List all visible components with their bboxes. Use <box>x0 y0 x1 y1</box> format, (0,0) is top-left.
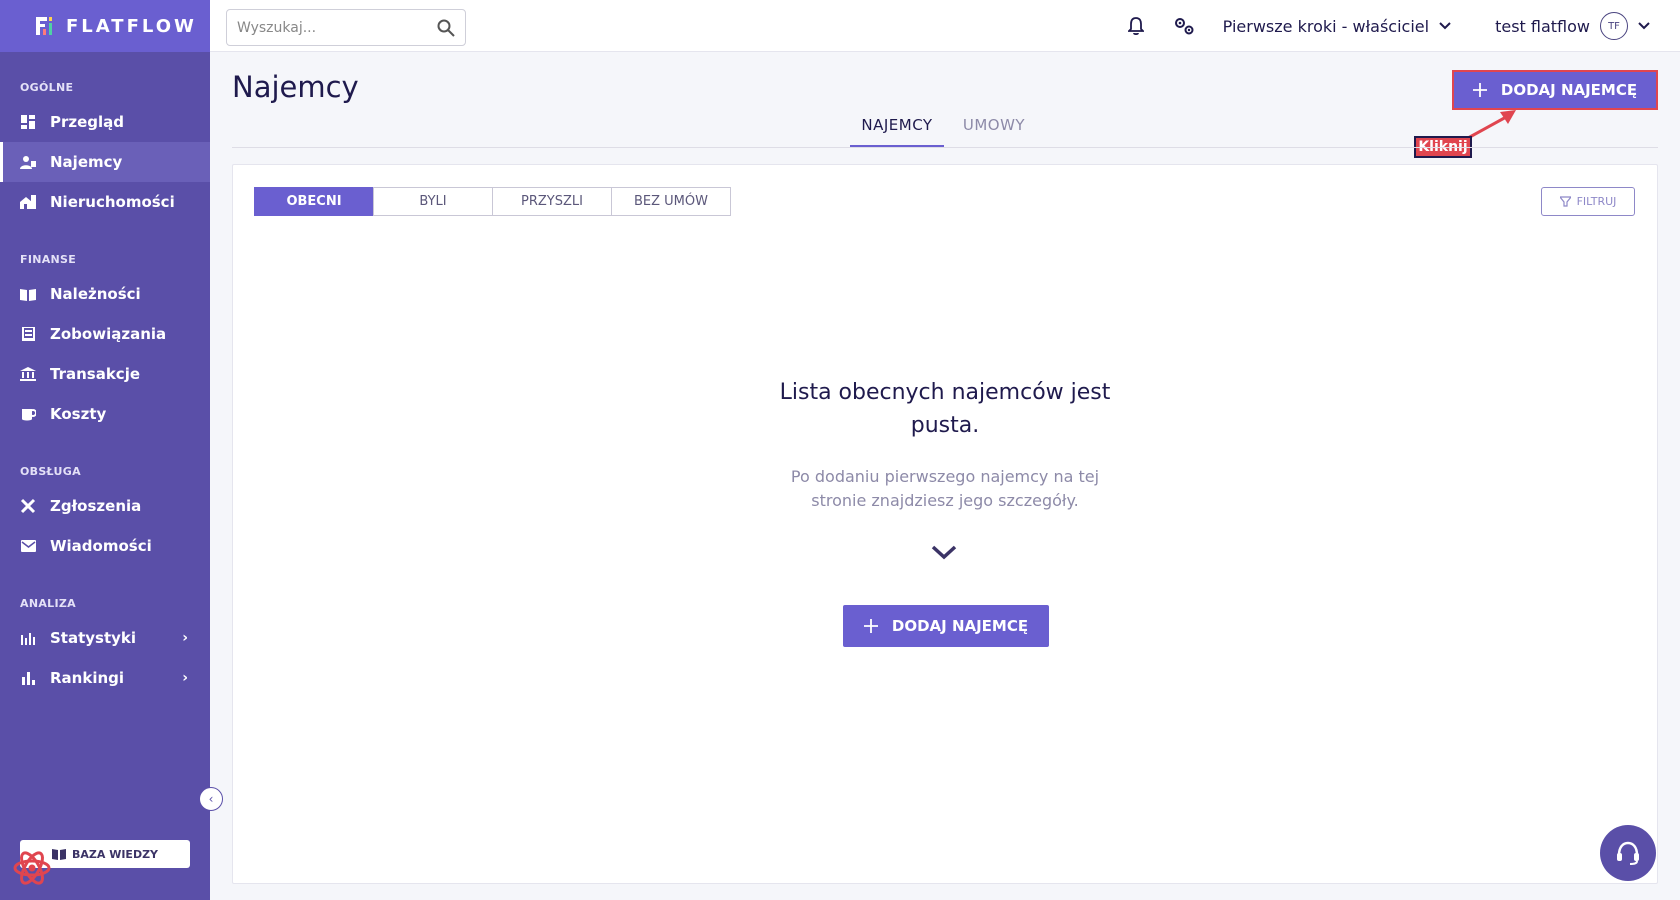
chevron-down-icon <box>1638 22 1650 30</box>
search-input[interactable] <box>237 19 437 36</box>
add-tenant-empty-button[interactable]: DODAJ NAJEMCĘ <box>843 605 1049 647</box>
chevron-right-icon: › <box>182 630 188 646</box>
search-box[interactable] <box>226 9 466 46</box>
sidebar-item-overview[interactable]: Przegląd <box>0 102 210 142</box>
sidebar-item-tickets[interactable]: Zgłoszenia <box>0 486 210 526</box>
tenant-status-segments: OBECNI BYLI PRZYSZLI BEZ UMÓW <box>254 187 731 216</box>
sidebar-item-label: Transakcje <box>50 365 141 383</box>
sidebar-item-label: Przegląd <box>50 113 125 131</box>
add-tenant-button[interactable]: DODAJ NAJEMCĘ <box>1452 70 1658 110</box>
tools-icon <box>20 498 36 514</box>
page-tabs: NAJEMCY UMOWY <box>232 112 1658 148</box>
context-selector[interactable]: Pierwsze kroki - właściciel <box>1223 17 1451 36</box>
dashboard-icon <box>20 114 36 130</box>
nav-section-service: OBSŁUGA <box>20 465 81 478</box>
filter-label: FILTRUJ <box>1576 195 1617 208</box>
user-name: test flatflow <box>1495 16 1590 36</box>
logo[interactable]: FLATFLOW <box>0 0 210 52</box>
add-tenant-label: DODAJ NAJEMCĘ <box>1500 81 1638 99</box>
sidebar-item-tenants[interactable]: Najemcy <box>0 142 210 182</box>
topbar-actions: Pierwsze kroki - właściciel test flatflo… <box>1121 0 1650 52</box>
chevron-down-icon <box>931 545 957 560</box>
segment-no-contract[interactable]: BEZ UMÓW <box>611 187 731 216</box>
sidebar-item-transactions[interactable]: Transakcje <box>0 354 210 394</box>
liabilities-icon <box>20 326 36 342</box>
property-icon <box>20 194 36 210</box>
page-title: Najemcy <box>232 70 359 104</box>
empty-state-title: Lista obecnych najemców jest pusta. <box>779 380 1111 438</box>
costs-icon <box>20 406 36 422</box>
chevron-right-icon: › <box>182 670 188 686</box>
avatar: TF <box>1600 12 1628 40</box>
chevron-left-icon: ‹ <box>208 792 214 806</box>
brand-name: FLATFLOW <box>66 15 197 37</box>
nav-section-general: OGÓLNE <box>20 81 74 94</box>
headset-icon <box>1617 841 1639 865</box>
support-chat-button[interactable] <box>1600 825 1656 881</box>
segment-former[interactable]: BYLI <box>373 187 493 216</box>
sidebar-item-label: Należności <box>50 285 141 303</box>
flatflow-logo-icon <box>36 17 52 35</box>
add-tenant-empty-label: DODAJ NAJEMCĘ <box>891 617 1029 635</box>
stats-icon <box>20 630 36 646</box>
rankings-icon <box>20 670 36 686</box>
sidebar: FLATFLOW OGÓLNE Przegląd Najemcy Nieruch… <box>0 0 210 900</box>
search-icon[interactable] <box>437 19 455 37</box>
sidebar-item-receivables[interactable]: Należności <box>0 274 210 314</box>
segment-current[interactable]: OBECNI <box>254 187 374 216</box>
sidebar-item-label: Koszty <box>50 405 107 423</box>
sidebar-item-messages[interactable]: Wiadomości <box>0 526 210 566</box>
sidebar-item-label: Statystyki <box>50 629 137 647</box>
book-icon <box>51 849 66 860</box>
nav-section-analysis: ANALIZA <box>20 597 76 610</box>
plus-icon <box>1472 83 1487 97</box>
sidebar-item-liabilities[interactable]: Zobowiązania <box>0 314 210 354</box>
receivables-icon <box>20 286 36 302</box>
mail-icon <box>20 538 36 554</box>
sidebar-item-label: Zobowiązania <box>50 325 167 343</box>
sidebar-item-label: Rankingi <box>50 669 125 687</box>
sidebar-item-rankings[interactable]: Rankingi › <box>0 658 210 698</box>
sidebar-item-label: Zgłoszenia <box>50 497 142 515</box>
settings-button[interactable] <box>1169 11 1199 41</box>
tenants-icon <box>20 154 36 170</box>
chevron-down-icon <box>1439 22 1451 30</box>
user-menu[interactable]: test flatflow TF <box>1495 12 1650 40</box>
segment-future[interactable]: PRZYSZLI <box>492 187 612 216</box>
tab-tenants[interactable]: NAJEMCY <box>850 116 944 147</box>
bell-icon <box>1127 17 1144 35</box>
knowledge-base-label: BAZA WIEDZY <box>71 847 159 861</box>
sidebar-item-statistics[interactable]: Statystyki › <box>0 618 210 658</box>
plus-icon <box>863 619 878 633</box>
sidebar-item-properties[interactable]: Nieruchomości <box>0 182 210 222</box>
bank-icon <box>20 366 36 382</box>
topbar: Pierwsze kroki - właściciel test flatflo… <box>210 0 1680 52</box>
tenants-card: OBECNI BYLI PRZYSZLI BEZ UMÓW FILTRUJ Li… <box>232 164 1658 884</box>
react-devtools-icon[interactable] <box>12 848 52 888</box>
empty-state-text: Po dodaniu pierwszego najemcy na tej str… <box>790 467 1100 510</box>
sidebar-item-label: Wiadomości <box>50 537 152 555</box>
filter-button[interactable]: FILTRUJ <box>1541 187 1635 216</box>
filter-icon <box>1559 196 1571 207</box>
sidebar-item-label: Najemcy <box>50 153 123 171</box>
notifications-button[interactable] <box>1121 11 1151 41</box>
collapse-sidebar-button[interactable]: ‹ <box>199 787 223 811</box>
tab-contracts[interactable]: UMOWY <box>954 116 1034 147</box>
sidebar-item-costs[interactable]: Koszty <box>0 394 210 434</box>
context-label: Pierwsze kroki - właściciel <box>1222 16 1430 36</box>
gears-icon <box>1174 18 1194 35</box>
nav-section-finance: FINANSE <box>20 253 77 266</box>
sidebar-item-label: Nieruchomości <box>50 193 175 211</box>
